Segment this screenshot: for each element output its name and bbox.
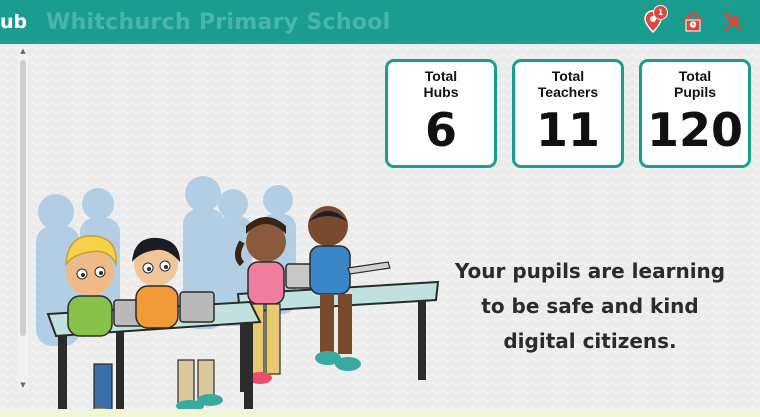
stat-card-hubs: Total Hubs 6	[385, 59, 497, 168]
classroom-illustration	[36, 176, 440, 417]
tools-icon	[723, 11, 742, 31]
tools-button[interactable]	[718, 7, 748, 37]
stat-value-pupils: 120	[646, 103, 744, 157]
stat-label-hubs: Total Hubs	[423, 68, 459, 100]
scroll-thumb[interactable]	[20, 60, 26, 336]
school-house-icon	[682, 11, 704, 32]
stat-card-pupils: Total Pupils 120	[639, 59, 751, 168]
notifications-button[interactable]: 1	[638, 5, 668, 37]
stat-label-teachers: Total Teachers	[537, 68, 599, 100]
scroll-up-arrow-icon[interactable]: ▲	[18, 46, 28, 56]
stat-label-pupils: Total Pupils	[673, 68, 716, 100]
scroll-down-arrow-icon[interactable]: ▼	[18, 380, 28, 390]
page: ub Whitchurch Primary School 1 ▲ ▼ Total…	[0, 0, 760, 417]
top-bar: ub Whitchurch Primary School 1	[0, 0, 760, 44]
stats-panel: Total Hubs 6 Total Teachers 11 Total Pup…	[385, 59, 751, 168]
tagline-line-1: Your pupils are learning	[454, 259, 726, 283]
stat-value-hubs: 6	[424, 103, 457, 157]
school-name: Whitchurch Primary School	[46, 9, 391, 35]
notification-badge: 1	[653, 5, 668, 20]
app-brand-fragment: ub	[0, 11, 28, 33]
top-icons: 1	[638, 5, 748, 38]
stat-value-teachers: 11	[535, 103, 600, 157]
tagline-line-2: to be safe and kind	[481, 294, 699, 318]
school-home-button[interactable]	[678, 7, 708, 37]
tagline: Your pupils are learning to be safe and …	[430, 254, 750, 359]
stat-card-teachers: Total Teachers 11	[512, 59, 624, 168]
vertical-scrollbar[interactable]: ▲ ▼	[18, 46, 28, 390]
tagline-line-3: digital citizens.	[503, 329, 677, 353]
bottom-strip	[0, 409, 760, 417]
dashboard-content: ▲ ▼ Total Hubs 6 Total Teachers 11 Total…	[0, 44, 760, 417]
